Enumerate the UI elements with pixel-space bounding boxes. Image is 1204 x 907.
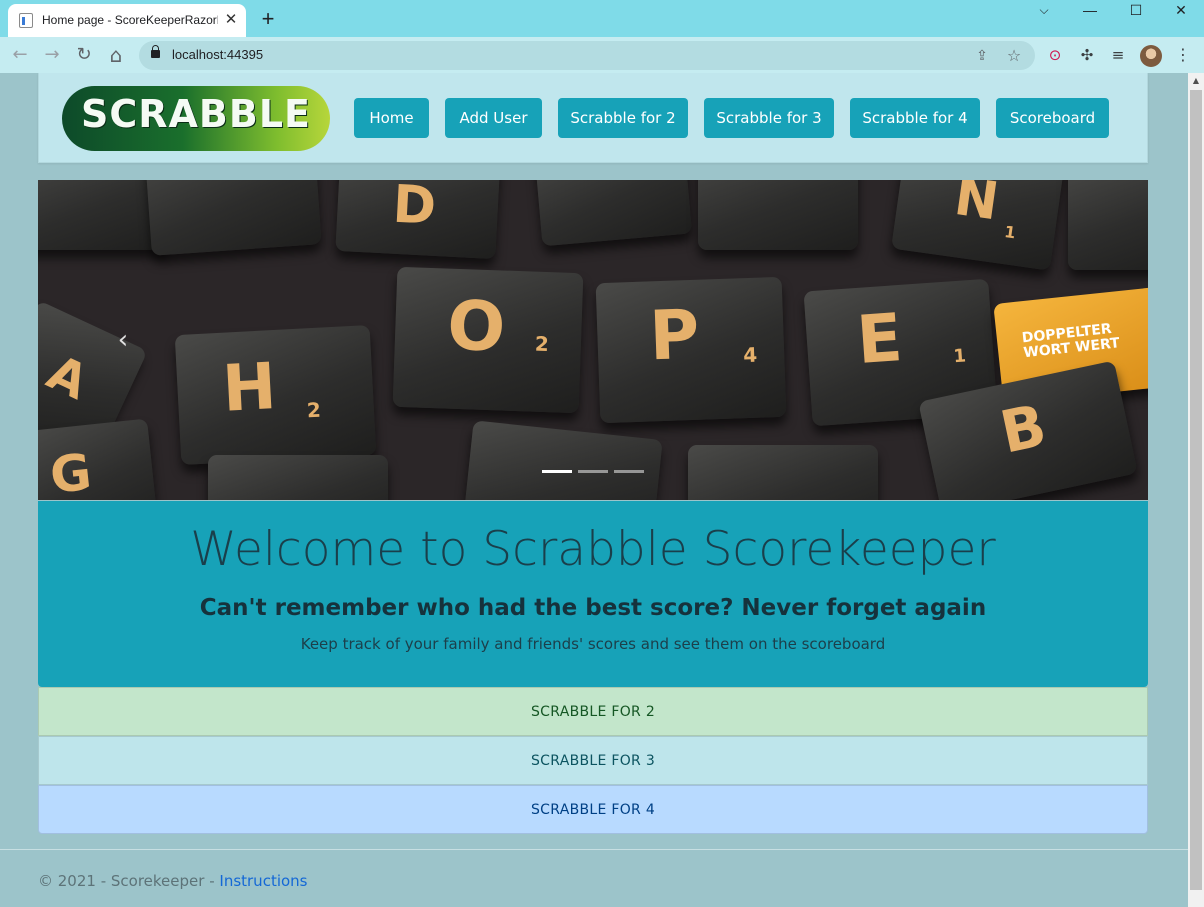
scrabble-logo[interactable]: SCRABBLE (62, 86, 330, 151)
tile-letter: E (854, 298, 905, 379)
premium-tile-text: DOPPELTER WORT WERT (1021, 320, 1121, 362)
scrabble-tile: P 4 (595, 276, 787, 424)
scrabble-tile (208, 455, 388, 500)
tile-score: 1 (1003, 222, 1017, 243)
scrabble-tile: O 2 (392, 266, 584, 414)
forward-arrow-icon[interactable]: → (39, 42, 65, 68)
browser-menu-icon[interactable]: ⋮ (1174, 44, 1192, 66)
address-bar[interactable]: localhost:44395 ⇪ ☆ (139, 41, 1035, 70)
tile-score: 2 (534, 331, 550, 357)
url-text[interactable]: localhost:44395 (172, 47, 263, 62)
carousel-indicator-1[interactable] (542, 470, 572, 473)
tab-search-chevron-icon[interactable]: ⌵ (1021, 0, 1067, 20)
nav-scrabble-for-4-button[interactable]: Scrabble for 4 (850, 98, 980, 138)
nav-add-user-button[interactable]: Add User (445, 98, 542, 138)
minimize-button[interactable]: — (1067, 0, 1113, 20)
welcome-jumbotron: Welcome to Scrabble Scorekeeper Can't re… (38, 501, 1148, 687)
site-header: SCRABBLE Home Add User Scrabble for 2 Sc… (38, 73, 1148, 163)
scrabble-tile (1068, 180, 1148, 270)
welcome-subtitle: Can't remember who had the best score? N… (199, 595, 987, 621)
scrabble-tile (463, 420, 663, 500)
puzzle-extensions-icon[interactable]: ✣ (1076, 44, 1098, 66)
new-tab-button[interactable]: + (256, 7, 280, 31)
footer-copyright: © 2021 - Scorekeeper - (38, 872, 220, 890)
tab-close-icon[interactable]: ✕ (222, 10, 240, 28)
scrabble-for-2-link[interactable]: SCRABBLE FOR 2 (38, 687, 1148, 736)
lock-icon[interactable] (151, 45, 160, 58)
reading-list-icon[interactable]: ≡ (1107, 44, 1129, 66)
share-icon[interactable]: ⇪ (971, 45, 993, 67)
welcome-lead: Keep track of your family and friends' s… (300, 635, 886, 653)
logo-text: SCRABBLE (80, 92, 312, 136)
scrabble-tile (698, 180, 858, 250)
scrabble-tile (533, 180, 693, 247)
browser-toolbar: ← → ↻ ⌂ localhost:44395 ⇪ ☆ ⊙ ✣ ≡ ⋮ (0, 37, 1204, 73)
record-extension-icon[interactable]: ⊙ (1044, 44, 1066, 66)
tile-score: 4 (742, 342, 758, 368)
scrabble-tile: N 1 (891, 180, 1065, 271)
footer: © 2021 - Scorekeeper - Instructions (38, 872, 308, 890)
maximize-button[interactable]: ☐ (1113, 0, 1159, 20)
footer-divider (0, 849, 1188, 850)
nav-scoreboard-button[interactable]: Scoreboard (996, 98, 1109, 138)
scrabble-tile (688, 445, 878, 500)
tile-letter: B (994, 390, 1052, 467)
scroll-up-arrow-icon[interactable]: ▲ (1188, 73, 1204, 89)
home-icon[interactable]: ⌂ (103, 42, 129, 68)
scrabble-tile (144, 180, 322, 256)
scrabble-for-4-link[interactable]: SCRABBLE FOR 4 (38, 785, 1148, 834)
browser-tab[interactable]: Home page - ScoreKeeperRazorP ✕ (8, 4, 246, 37)
reload-icon[interactable]: ↻ (71, 42, 97, 68)
scrollbar-thumb[interactable] (1190, 90, 1202, 890)
scrabble-tile: D (335, 180, 501, 260)
tile-letter: P (648, 295, 701, 377)
instructions-link[interactable]: Instructions (219, 872, 307, 890)
tile-letter: A (38, 344, 97, 411)
browser-tabstrip: Home page - ScoreKeeperRazorP ✕ + ⌵ — ☐ … (0, 0, 1204, 37)
carousel-indicator-2[interactable] (578, 470, 608, 473)
hero-carousel: D N 1 A G H 2 O 2 P 4 E 1 DOPPELTER WORT… (38, 180, 1148, 500)
tile-letter: D (391, 180, 438, 237)
scrabble-tile: G (38, 418, 159, 500)
carousel-indicator-3[interactable] (614, 470, 644, 473)
nav-scrabble-for-2-button[interactable]: Scrabble for 2 (558, 98, 688, 138)
tab-title: Home page - ScoreKeeperRazorP (42, 13, 218, 27)
profile-avatar[interactable] (1140, 45, 1162, 67)
carousel-prev-chevron-icon[interactable]: ‹ (114, 327, 132, 353)
nav-scrabble-for-3-button[interactable]: Scrabble for 3 (704, 98, 834, 138)
scrabble-for-3-link[interactable]: SCRABBLE FOR 3 (38, 736, 1148, 785)
tile-letter: G (47, 442, 95, 500)
back-arrow-icon[interactable]: ← (7, 42, 33, 68)
nav-home-button[interactable]: Home (354, 98, 429, 138)
tile-letter: N (950, 180, 1003, 233)
page-viewport: SCRABBLE Home Add User Scrabble for 2 Sc… (0, 73, 1188, 907)
scrabble-tile: H 2 (174, 324, 377, 466)
tile-score: 2 (306, 397, 322, 423)
tile-letter: O (446, 286, 507, 368)
tile-score: 1 (952, 345, 967, 368)
page-favicon-icon (19, 13, 33, 28)
close-window-button[interactable]: ✕ (1158, 0, 1204, 20)
welcome-title: Welcome to Scrabble Scorekeeper (190, 522, 996, 577)
page-scrollbar[interactable]: ▲ (1188, 73, 1204, 907)
tile-letter: H (220, 350, 279, 427)
bookmark-star-icon[interactable]: ☆ (1003, 45, 1025, 67)
